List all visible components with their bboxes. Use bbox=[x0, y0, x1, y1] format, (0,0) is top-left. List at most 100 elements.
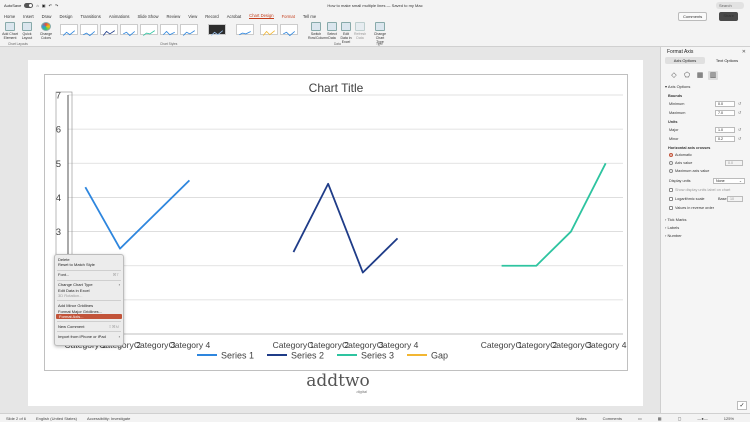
context-menu-item[interactable]: Reset to Match Style bbox=[55, 262, 123, 267]
tab-insert[interactable]: Insert bbox=[23, 14, 33, 19]
display-units-select[interactable]: None ⌄ bbox=[713, 178, 745, 184]
tab-home[interactable]: Home bbox=[4, 14, 15, 19]
autosave-toggle[interactable] bbox=[24, 3, 34, 8]
axis-value-radio[interactable] bbox=[669, 161, 673, 165]
zoom-level[interactable]: 125% bbox=[724, 416, 734, 421]
chart-style-10[interactable] bbox=[260, 24, 278, 36]
status-comments-button[interactable]: Comments bbox=[603, 416, 622, 421]
chart-plot[interactable]: 01234567Category 1Category 2Category 3Ca… bbox=[45, 75, 629, 372]
tab-acrobat[interactable]: Acrobat bbox=[227, 14, 241, 19]
tab-draw[interactable]: Draw bbox=[42, 14, 52, 19]
redo-icon[interactable]: ↷ bbox=[55, 3, 58, 8]
chart-style-9[interactable] bbox=[236, 24, 254, 36]
series-line bbox=[84, 179, 191, 250]
axis-value-input[interactable]: 0.0 bbox=[725, 160, 743, 166]
y-tick-label: 6 bbox=[56, 125, 61, 136]
edit-data-button[interactable]: Edit Data in Excel bbox=[340, 22, 352, 44]
close-icon[interactable]: ✕ bbox=[742, 49, 746, 55]
chart-style-5[interactable] bbox=[140, 24, 158, 36]
log-scale-checkbox[interactable] bbox=[669, 197, 673, 201]
menu-item-shortcut: ⇧⌘M bbox=[108, 323, 119, 329]
switch-row-column-button[interactable]: Switch Row/Column bbox=[308, 22, 328, 40]
check-icon[interactable]: ✓ bbox=[737, 401, 747, 410]
minor-input[interactable]: 0.2 bbox=[715, 136, 735, 142]
language-status[interactable]: English (United States) bbox=[36, 416, 77, 421]
chart-object[interactable]: Chart Title 01234567Category 1Category 2… bbox=[44, 74, 628, 371]
effects-icon[interactable]: ⬠ bbox=[682, 71, 692, 80]
slide-canvas[interactable]: Chart Title 01234567Category 1Category 2… bbox=[28, 60, 643, 406]
context-menu-item[interactable]: Font... ⌘T bbox=[55, 272, 123, 277]
minimum-input[interactable]: 0.0 bbox=[715, 101, 735, 107]
tab-text-options[interactable]: Text Options bbox=[707, 57, 747, 64]
menu-item-label: Add Minor Gridlines bbox=[58, 303, 94, 309]
legend-label: Gap bbox=[431, 351, 448, 361]
section-number[interactable]: › Number bbox=[665, 233, 682, 238]
tab-review[interactable]: Review bbox=[166, 14, 180, 19]
maximum-input[interactable]: 7.0 bbox=[715, 110, 735, 116]
y-tick-label: 5 bbox=[56, 159, 61, 170]
tab-transitions[interactable]: Transitions bbox=[80, 14, 100, 19]
zoom-slider[interactable]: —●— bbox=[697, 416, 707, 421]
refresh-data-button[interactable]: Refresh Data bbox=[354, 22, 366, 40]
notes-button[interactable]: Notes bbox=[576, 416, 586, 421]
tab-animations[interactable]: Animations bbox=[109, 14, 130, 19]
display-units-label: Display units bbox=[669, 179, 691, 183]
reset-major-icon[interactable]: ↺ bbox=[738, 127, 741, 132]
accessibility-status[interactable]: Accessibility: Investigate bbox=[87, 416, 130, 421]
section-tick-marks[interactable]: › Tick Marks bbox=[665, 217, 687, 222]
maximum-label: Maximum bbox=[669, 111, 686, 115]
context-menu-item[interactable]: New Comment ⇧⌘M bbox=[55, 324, 123, 329]
tab-view[interactable]: View bbox=[188, 14, 197, 19]
chart-style-7[interactable] bbox=[180, 24, 198, 36]
show-units-label-checkbox[interactable] bbox=[669, 188, 673, 192]
context-menu-item[interactable]: Import from iPhone or iPad › bbox=[55, 334, 123, 339]
chart-style-11[interactable] bbox=[280, 24, 298, 37]
tab-format[interactable]: Format bbox=[282, 14, 295, 19]
comments-button[interactable]: Comments bbox=[677, 12, 708, 21]
autosave-label: AutoSave bbox=[4, 3, 22, 8]
share-button[interactable]: Share bbox=[719, 12, 738, 21]
tab-slide-show[interactable]: Slide Show bbox=[138, 14, 159, 19]
tab-tell-me[interactable]: Tell me bbox=[303, 14, 316, 19]
chart-style-6[interactable] bbox=[160, 24, 178, 36]
switch-icon bbox=[311, 22, 321, 31]
tab-record[interactable]: Record bbox=[205, 14, 219, 19]
normal-view-icon[interactable]: ▭ bbox=[638, 416, 642, 421]
menu-item-label: Change Chart Type bbox=[58, 282, 93, 288]
reading-view-icon[interactable]: ▢ bbox=[678, 416, 682, 421]
fill-line-icon[interactable]: ◇ bbox=[669, 71, 679, 80]
home-icon[interactable]: ⌂ bbox=[36, 3, 38, 8]
axis-options-icon[interactable]: ▥ bbox=[708, 71, 718, 80]
chart-style-4[interactable] bbox=[120, 24, 138, 37]
chart-style-8[interactable] bbox=[208, 24, 226, 36]
save-icon[interactable]: ▣ bbox=[42, 3, 46, 8]
section-labels[interactable]: › Labels bbox=[665, 225, 679, 230]
tab-axis-options[interactable]: Axis Options bbox=[665, 57, 705, 64]
context-menu-item[interactable]: Format Axis... bbox=[56, 313, 122, 320]
chart-style-1[interactable] bbox=[60, 24, 78, 36]
reset-minor-icon[interactable]: ↺ bbox=[738, 136, 741, 141]
section-axis-options[interactable]: ▾ Axis Options bbox=[665, 84, 690, 89]
tab-chart-design[interactable]: Chart Design bbox=[249, 13, 274, 19]
chart-style-2[interactable] bbox=[80, 24, 98, 37]
change-colors-button[interactable]: Change Colors bbox=[38, 22, 54, 40]
sorter-view-icon[interactable]: ▦ bbox=[658, 416, 662, 421]
max-axis-value-radio[interactable] bbox=[669, 169, 673, 173]
reset-maximum-icon[interactable]: ↺ bbox=[738, 110, 741, 115]
change-chart-type-button[interactable]: Change Chart Type bbox=[372, 22, 388, 44]
reverse-order-checkbox[interactable] bbox=[669, 206, 673, 210]
major-input[interactable]: 1.0 bbox=[715, 127, 735, 133]
size-properties-icon[interactable]: ▦ bbox=[695, 71, 705, 80]
add-chart-element-button[interactable]: Add Chart Element bbox=[2, 22, 18, 40]
tab-design[interactable]: Design bbox=[59, 14, 72, 19]
base-input[interactable]: 10 bbox=[727, 196, 743, 202]
undo-icon[interactable]: ↶ bbox=[49, 3, 52, 8]
chart-style-3[interactable] bbox=[100, 24, 118, 36]
reset-minimum-icon[interactable]: ↺ bbox=[738, 101, 741, 106]
search-input[interactable]: Search bbox=[716, 2, 744, 9]
pane-title: Format Axis bbox=[667, 49, 694, 55]
select-data-button[interactable]: Select Data bbox=[326, 22, 338, 40]
automatic-radio[interactable] bbox=[669, 153, 673, 157]
menu-item-label: Import from iPhone or iPad bbox=[58, 333, 106, 339]
quick-layout-button[interactable]: Quick Layout bbox=[20, 22, 34, 40]
